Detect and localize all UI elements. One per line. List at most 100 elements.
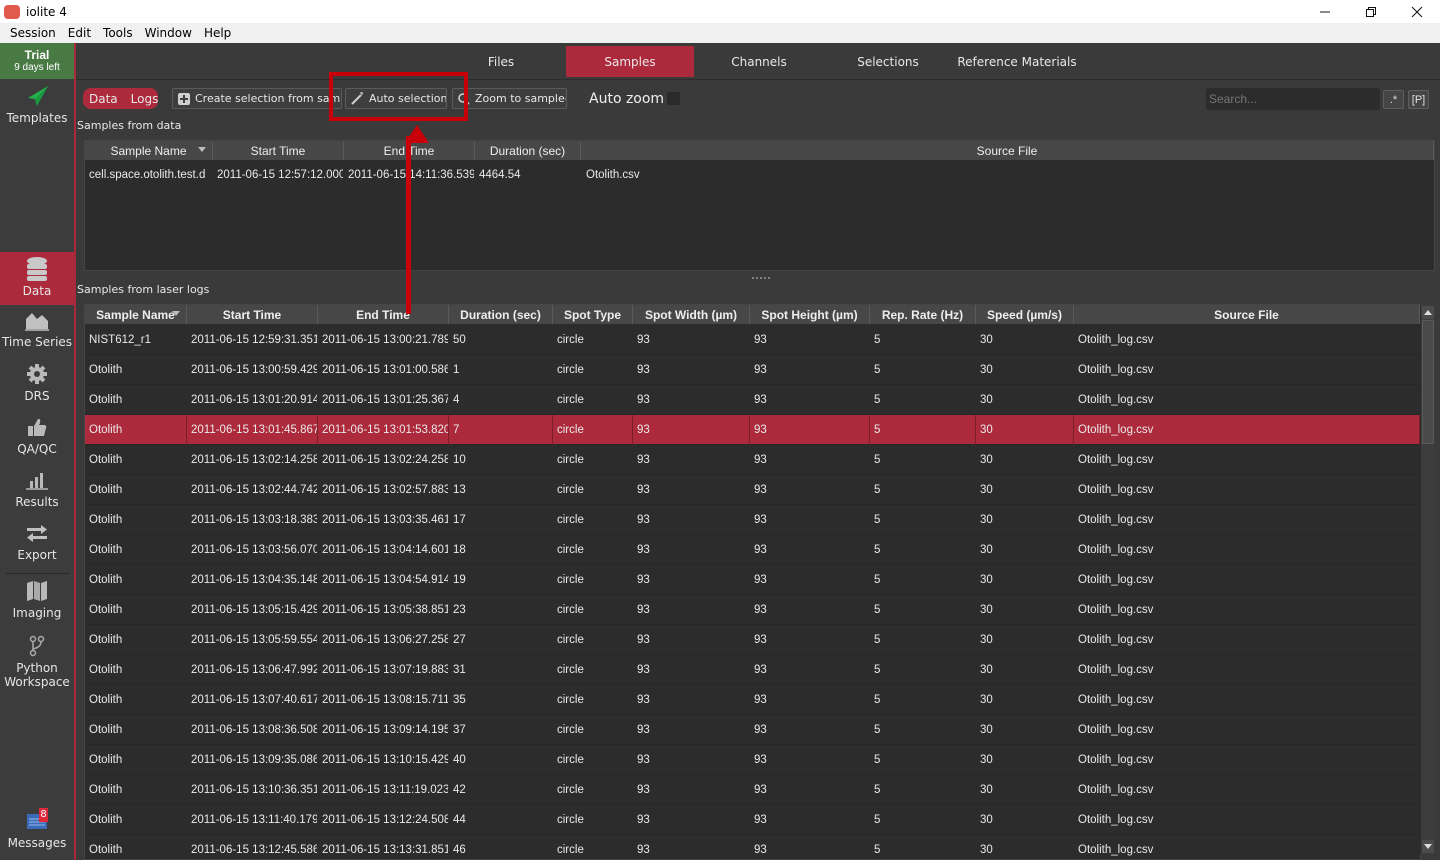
table-cell: Otolith [89,394,123,406]
table-row[interactable]: Otolith 2011-06-15 13:03:18.383 2011-06-15… [85,505,1420,535]
column-header[interactable]: End Time [318,305,449,324]
table-row[interactable]: Otolith 2011-06-15 13:00:59.429 2011-06-15… [85,355,1420,385]
minimize-button[interactable] [1302,0,1348,23]
table-cell: 93 [750,415,870,445]
table-cell: circle [557,724,584,736]
toggle-logs[interactable]: Logs [131,92,159,106]
tab-selections[interactable]: Selections [824,46,952,77]
auto-zoom-checkbox[interactable] [667,92,680,105]
tab-reference-materials[interactable]: Reference Materials [953,46,1081,77]
sidebar-item-drs[interactable]: DRS [0,361,74,411]
table-cell: circle [557,334,584,346]
table-row[interactable]: Otolith 2011-06-15 13:04:35.148 2011-06-15… [85,565,1420,595]
column-header-label: Speed (µm/s) [987,307,1062,322]
trial-badge[interactable]: Trial 9 days left [0,43,74,79]
table-cell: 2011-06-15 13:09:35.086 [191,754,318,766]
annotation-arrow-shaft [406,136,411,314]
column-header[interactable]: Spot Width (µm) [633,305,750,324]
column-header[interactable]: Speed (µm/s) [976,305,1074,324]
column-header[interactable]: Spot Type [553,305,633,324]
table-row[interactable]: Otolith 2011-06-15 13:10:36.351 2011-06-15… [85,775,1420,805]
column-header[interactable]: Start Time [187,305,318,324]
table-cell: 93 [754,364,767,376]
table-cell: 93 [637,634,650,646]
regex-toggle-button[interactable]: .* [1383,90,1404,109]
log-table-header: Sample Name Start Time End Time Duration (s… [85,305,1420,324]
sidebar-item-imaging[interactable]: Imaging [0,578,74,628]
menu-session[interactable]: Session [4,26,62,40]
close-button[interactable] [1394,0,1440,23]
scroll-thumb[interactable] [1422,320,1434,444]
table-row[interactable]: cell.space.otolith.test.d 2011-06-15 12:5… [85,163,1434,187]
sidebar-item-time-series[interactable]: Time Series [0,307,74,357]
table-cell: 30 [980,574,993,586]
table-cell: Otolith [89,754,123,766]
table-row[interactable]: Otolith 2011-06-15 13:11:40.179 2011-06-15… [85,805,1420,835]
table-row[interactable]: Otolith 2011-06-15 13:12:45.586 2011-06-15… [85,835,1420,859]
table-row[interactable]: Otolith 2011-06-15 13:06:47.992 2011-06-15… [85,655,1420,685]
table-row[interactable]: Otolith 2011-06-15 13:02:44.742 2011-06-15… [85,475,1420,505]
tab-channels[interactable]: Channels [695,46,823,77]
table-cell: 93 [754,784,767,796]
table-cell: circle [557,634,584,646]
table-cell: circle [557,844,584,856]
column-header[interactable]: Duration (sec) [475,141,581,160]
table-cell: 5 [874,814,881,826]
table-row[interactable]: Otolith 2011-06-15 13:07:40.617 2011-06-15… [85,685,1420,715]
property-toggle-button[interactable]: [P] [1408,90,1429,109]
table-row[interactable]: Otolith 2011-06-15 13:02:14.258 2011-06-15… [85,445,1420,475]
toggle-data[interactable]: Data [89,92,118,106]
restore-button[interactable] [1348,0,1394,23]
column-header[interactable]: Sample Name [85,141,213,160]
table-row[interactable]: Otolith 2011-06-15 13:08:36.508 2011-06-15… [85,715,1420,745]
column-header[interactable]: Rep. Rate (Hz) [870,305,976,324]
search-input[interactable] [1206,88,1380,110]
column-header[interactable]: Spot Height (µm) [750,305,870,324]
log-table-scrollbar[interactable] [1420,305,1434,854]
scroll-up-button[interactable] [1422,306,1434,319]
table-cell: 35 [453,694,466,706]
scroll-down-button[interactable] [1422,840,1434,853]
sidebar-item-templates[interactable]: Templates [0,83,74,133]
menu-help[interactable]: Help [198,26,237,40]
messages-count-badge: 8 [39,808,48,822]
column-header[interactable]: Sample Name [85,305,187,324]
table-row[interactable]: Otolith 2011-06-15 13:01:20.914 2011-06-15… [85,385,1420,415]
sidebar-item-python-workspace[interactable]: Python Workspace [0,633,74,693]
table-cell: Otolith_log.csv [1078,814,1154,826]
sidebar-item-export[interactable]: Export [0,520,74,570]
zoom-to-samples-button[interactable]: Zoom to sample(s) [452,88,567,109]
sidebar-item-results[interactable]: Results [0,467,74,517]
table-cell: 2011-06-15 13:04:35.148 [191,574,318,586]
table-row[interactable]: NIST612_r1 2011-06-15 12:59:31.351 2011-06… [85,325,1420,355]
column-header[interactable]: Duration (sec) [449,305,553,324]
table-row[interactable]: Otolith 2011-06-15 13:03:56.070 2011-06-15… [85,535,1420,565]
sidebar-item-data[interactable]: Data [0,252,74,305]
create-selection-button[interactable]: Create selection from sample [172,88,342,109]
table-cell: Otolith_log.csv [1078,484,1154,496]
menu-window[interactable]: Window [139,26,198,40]
table-cell: 2011-06-15 13:12:24.508 [322,814,449,826]
tab-samples[interactable]: Samples [566,46,694,77]
sidebar-item-qaqc[interactable]: QA/QC [0,414,74,464]
table-row[interactable]: Otolith 2011-06-15 13:05:59.554 2011-06-15… [85,625,1420,655]
sidebar-item-label: Templates [6,111,68,125]
column-header[interactable]: Source File [581,141,1434,160]
table-cell: 93 [754,514,767,526]
table-cell: 93 [637,454,650,466]
table-cell: 93 [637,844,650,856]
table-cell: 30 [980,544,993,556]
table-row[interactable]: Otolith 2011-06-15 13:05:15.429 2011-06-15… [85,595,1420,625]
splitter-handle[interactable] [752,277,770,279]
menu-edit[interactable]: Edit [62,26,97,40]
sidebar-item-messages[interactable]: 8 Messages [0,808,74,858]
column-header[interactable]: Source File [1074,305,1420,324]
table-cell: 30 [976,415,1074,445]
messages-icon: 8 [0,808,74,834]
column-header[interactable]: Start Time [213,141,344,160]
table-row[interactable]: Otolith 2011-06-15 13:09:35.086 2011-06-15… [85,745,1420,775]
menu-tools[interactable]: Tools [97,26,139,40]
table-cell: 30 [980,844,993,856]
table-row-selected[interactable]: Otolith 2011-06-15 13:01:45.867 2011-06-15… [85,415,1420,445]
table-cell: Otolith_log.csv [1078,514,1154,526]
